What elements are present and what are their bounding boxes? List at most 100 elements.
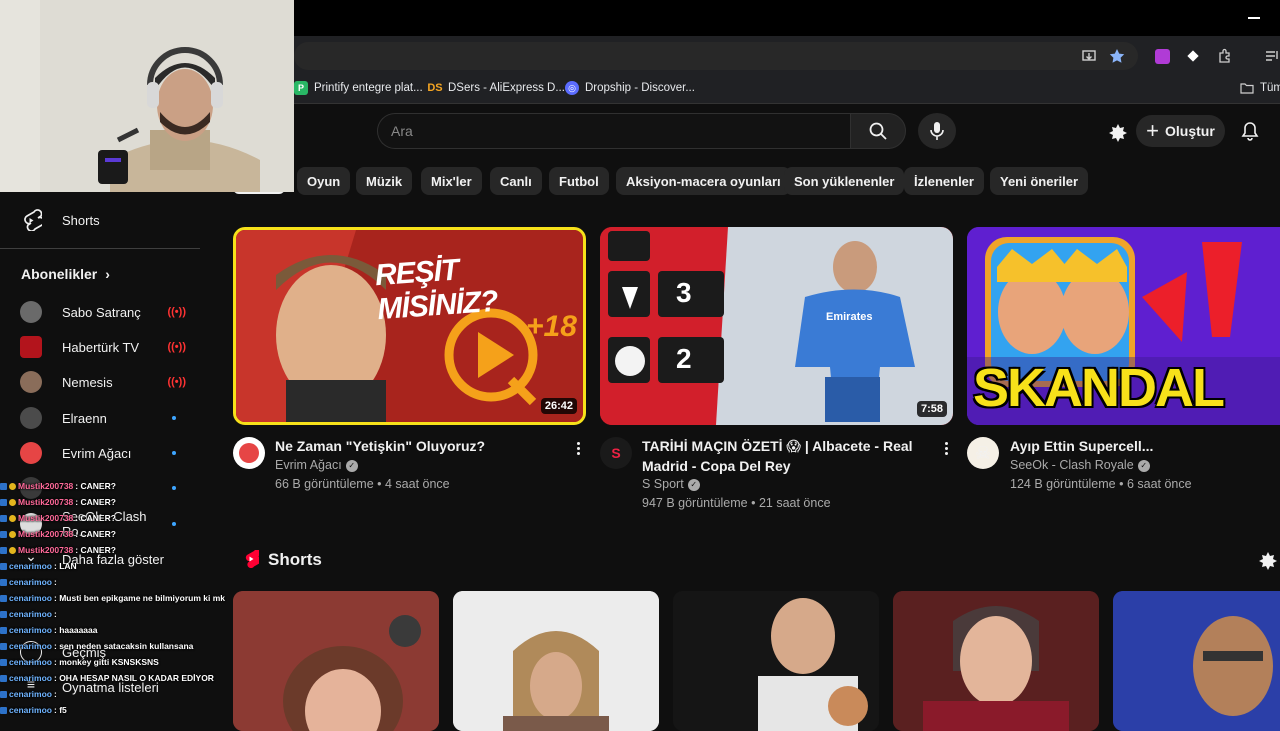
video-title-2[interactable]: TARİHİ MAÇIN ÖZETİ 😱 | Albacete - Real M… xyxy=(642,436,942,476)
video-thumbnail-1[interactable]: REŞİT MİSİNİZ? +18 26:42 xyxy=(233,227,586,425)
chat-badge-icon xyxy=(0,594,7,602)
video-thumbnail-2[interactable]: 3 2 Emirates 7:58 xyxy=(600,227,953,425)
printify-icon: P xyxy=(294,81,308,95)
chat-badge-icon xyxy=(0,690,7,698)
chat-badge-icon xyxy=(0,642,7,650)
reading-list-icon[interactable] xyxy=(1262,46,1280,66)
sidebar-item-sabo-satranc[interactable]: Sabo Satranç ((•)) xyxy=(12,294,200,330)
chip-futbol[interactable]: Futbol xyxy=(549,167,609,195)
voice-search-button[interactable] xyxy=(918,113,956,149)
sidebar-item-shorts[interactable]: Shorts xyxy=(12,202,200,238)
minimize-button[interactable] xyxy=(1248,17,1260,19)
short-thumbnail-art xyxy=(1113,591,1280,731)
dropship-icon: ◎ xyxy=(565,81,579,95)
short-thumbnail-art xyxy=(453,591,659,731)
video-thumbnail-3[interactable]: SKANDAL xyxy=(967,227,1280,425)
short-thumbnail-art xyxy=(233,591,439,731)
webcam-overlay xyxy=(0,0,294,192)
chip-canli[interactable]: Canlı xyxy=(490,167,542,195)
chat-message: cenarimoo: monkey gitti KSNSKSNS xyxy=(0,654,230,670)
chip-izlenenler[interactable]: İzlenenler xyxy=(904,167,984,195)
chat-username: Mustik200738 xyxy=(18,513,74,523)
bell-icon xyxy=(1241,122,1259,141)
short-card-1[interactable] xyxy=(233,591,439,731)
sidebar-item-nemesis[interactable]: Nemesis ((•)) xyxy=(12,364,200,400)
chip-oyun[interactable]: Oyun xyxy=(297,167,351,195)
avatar xyxy=(20,301,42,323)
folder-icon xyxy=(1240,83,1254,94)
sidebar-item-haberturk[interactable]: Habertürk TV ((•)) xyxy=(12,329,200,365)
chip-aksiyon[interactable]: Aksiyon-macera oyunları xyxy=(616,167,791,195)
sidebar-item-elraenn[interactable]: Elraenn xyxy=(12,400,200,436)
chat-text: : CANER? xyxy=(75,529,116,539)
diamond-extension-icon[interactable] xyxy=(1183,46,1203,66)
chip-son-yuklenenler[interactable]: Son yüklenenler xyxy=(784,167,905,195)
bookmark-printify[interactable]: P Printify entegre plat... xyxy=(294,79,423,97)
channel-avatar-seeok[interactable]: ☠ xyxy=(967,437,999,469)
plus-icon: + xyxy=(1146,118,1160,143)
video-channel-3[interactable]: SeeOk - Clash Royale ✓ xyxy=(1010,456,1150,475)
search-button[interactable] xyxy=(850,113,906,149)
bookmark-dropship[interactable]: ◎ Dropship - Discover... xyxy=(565,79,695,97)
chat-message: cenarimoo: f5 xyxy=(0,702,230,718)
video-title-1[interactable]: Ne Zaman "Yetişkin" Oluyoruz? xyxy=(275,436,565,456)
bookmark-star-icon[interactable] xyxy=(1107,46,1127,66)
chat-badge-icon xyxy=(9,498,16,506)
video-title-3[interactable]: Ayıp Ettin Supercell... xyxy=(1010,436,1270,456)
install-app-icon[interactable] xyxy=(1079,46,1099,66)
notifications-button[interactable] xyxy=(1236,117,1264,145)
chat-badge-icon xyxy=(0,706,7,714)
short-card-3[interactable] xyxy=(673,591,879,731)
search-icon xyxy=(869,122,887,140)
thumbnail-title: SKANDAL xyxy=(973,358,1225,418)
chat-username: cenarimoo xyxy=(9,673,52,683)
chip-mixler[interactable]: Mix'ler xyxy=(421,167,482,195)
chat-badge-icon xyxy=(0,530,7,538)
chevron-right-icon: › xyxy=(105,266,110,282)
chat-badge-icon xyxy=(0,658,7,666)
score-away: 2 xyxy=(676,343,692,374)
chat-text: : OHA HESAP NASIL O KADAR EDİYOR xyxy=(54,673,214,683)
chat-text: : CANER? xyxy=(75,545,116,555)
extensions-puzzle-icon[interactable] xyxy=(1215,46,1235,66)
chat-text: : LAN xyxy=(54,561,77,571)
chat-badge-icon xyxy=(0,562,7,570)
avatar xyxy=(20,371,42,393)
bookmark-dsers[interactable]: DS DSers - AliExpress D... xyxy=(427,79,565,97)
chip-yeni-oneriler[interactable]: Yeni öneriler xyxy=(990,167,1089,195)
create-button[interactable]: + Oluştur xyxy=(1136,115,1225,147)
chat-badge-icon xyxy=(0,514,7,522)
short-card-4[interactable] xyxy=(893,591,1099,731)
chat-badge-icon xyxy=(9,514,16,522)
channel-avatar-s-sport[interactable]: S xyxy=(600,437,632,469)
live-icon: ((•)) xyxy=(167,306,186,318)
extension-icon[interactable] xyxy=(1152,46,1172,66)
video-duration: 7:58 xyxy=(916,401,947,417)
short-card-5[interactable] xyxy=(1113,591,1280,731)
channel-avatar-evrim-agaci[interactable] xyxy=(233,437,265,469)
bookmark-all-folder[interactable]: Tüm xyxy=(1240,79,1280,97)
video-menu-button-1[interactable] xyxy=(568,438,588,458)
puzzle-icon xyxy=(1109,124,1127,142)
shorts-icon xyxy=(24,209,42,231)
chip-muzik[interactable]: Müzik xyxy=(356,167,413,195)
shirt-sponsor: Emirates xyxy=(826,311,873,323)
shorts-options-icon[interactable] xyxy=(1258,550,1278,570)
subscriptions-header[interactable]: Abonelikler › xyxy=(21,266,110,282)
short-card-2[interactable] xyxy=(453,591,659,731)
video-channel-2[interactable]: S Sport ✓ xyxy=(642,475,700,494)
sidebar-item-evrim-agaci[interactable]: Evrim Ağacı xyxy=(12,435,200,471)
video-menu-button-2[interactable] xyxy=(936,438,956,458)
stream-chat-overlay: Mustik200738: CANER? Mustik200738: CANER?… xyxy=(0,470,230,720)
extension-puzzle-button[interactable] xyxy=(1104,118,1132,146)
chat-username: cenarimoo xyxy=(9,577,52,587)
chat-text: : monkey gitti KSNSKSNS xyxy=(54,657,159,667)
new-content-dot xyxy=(172,416,176,420)
search-box[interactable] xyxy=(377,113,850,149)
video-meta-2: 947 B görüntüleme • 21 saat önce xyxy=(642,496,831,510)
search-input[interactable] xyxy=(391,123,850,139)
video-channel-1[interactable]: Evrim Ağacı ✓ xyxy=(275,456,358,475)
address-bar[interactable] xyxy=(294,42,1138,70)
chat-message: Mustik200738: CANER? xyxy=(0,494,230,510)
chat-badge-icon xyxy=(9,546,16,554)
